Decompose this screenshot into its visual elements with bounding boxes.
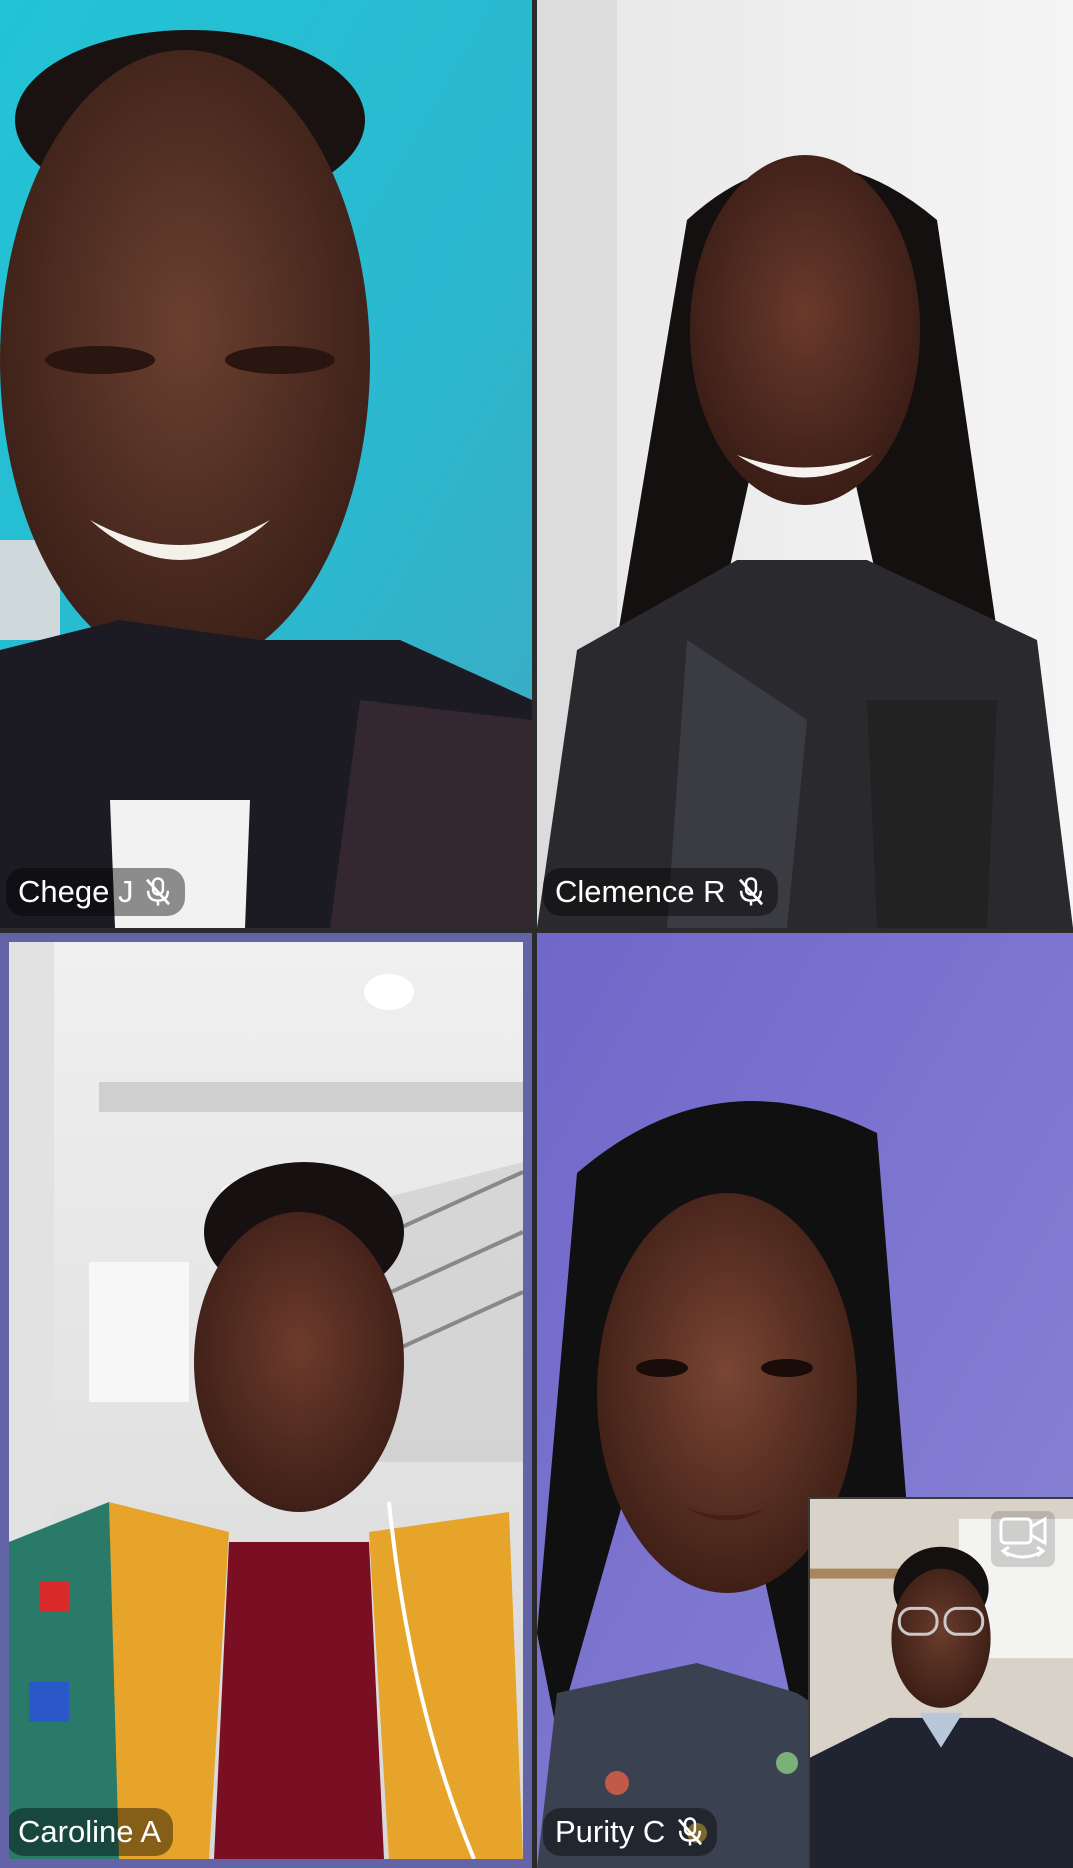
participant-name-tag: Caroline A	[9, 1808, 174, 1856]
mic-off-icon	[736, 876, 766, 908]
video-call-screen: Chege J Clemence R Caroline A Purity C	[0, 0, 1073, 1868]
participant-tile-chege-j[interactable]: Chege J	[0, 0, 532, 928]
participant-video	[537, 0, 1073, 928]
mic-off-icon	[675, 1816, 705, 1848]
participant-name: Chege J	[18, 874, 134, 909]
mic-off-icon	[143, 876, 173, 908]
participant-name: Clemence R	[555, 874, 726, 909]
participant-name-tag: Purity C	[543, 1808, 718, 1856]
self-view-video[interactable]	[808, 1497, 1073, 1868]
participant-tile-caroline-a[interactable]: Caroline A	[0, 933, 532, 1868]
participant-name-tag: Chege J	[6, 868, 186, 916]
switch-camera-icon[interactable]	[991, 1511, 1055, 1567]
participant-video	[0, 0, 532, 928]
participant-name: Caroline A	[18, 1814, 162, 1849]
participant-video	[9, 942, 523, 1859]
participant-name-tag: Clemence R	[543, 868, 778, 916]
participant-tile-clemence-r[interactable]: Clemence R	[537, 0, 1073, 928]
participant-name: Purity C	[555, 1814, 666, 1849]
